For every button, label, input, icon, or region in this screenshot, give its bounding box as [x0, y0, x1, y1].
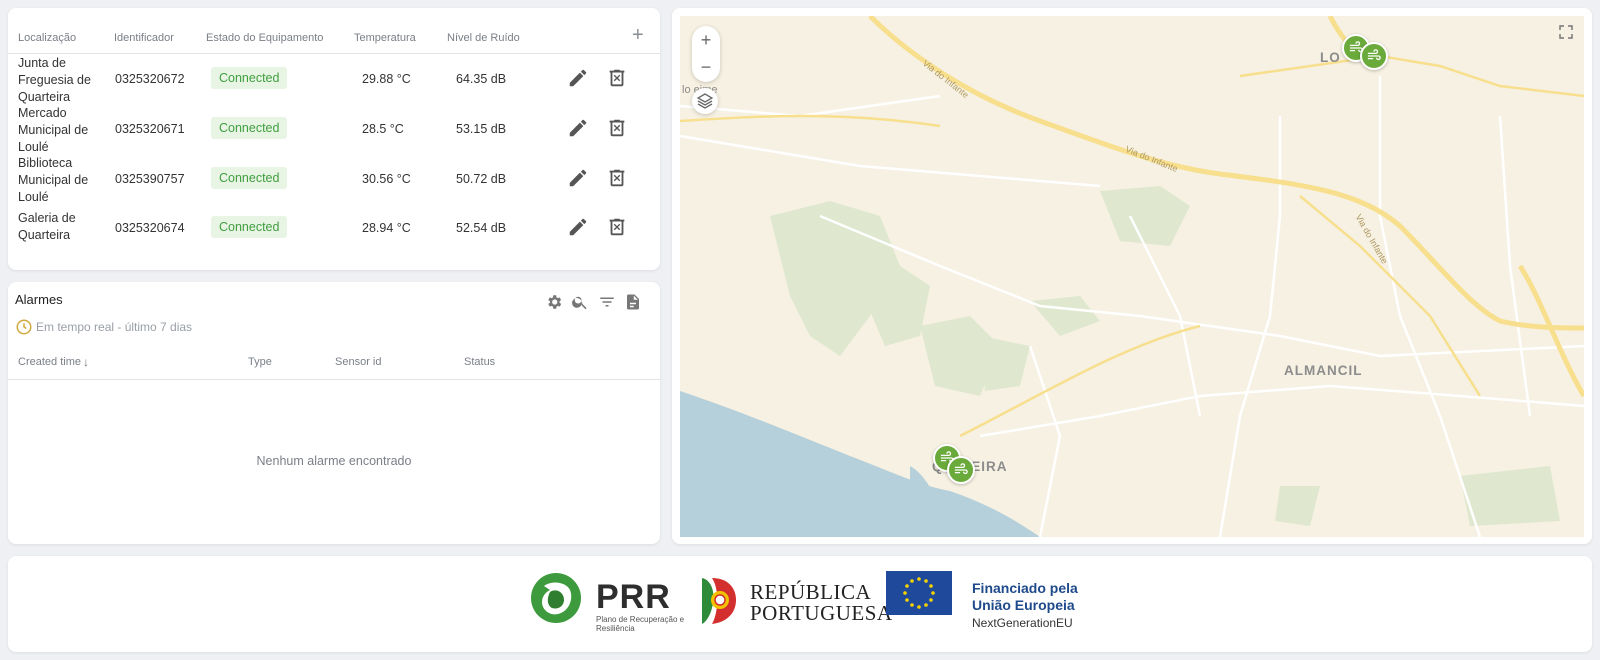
- map-canvas[interactable]: LO ALMANCIL Q TEIRA lo eime Via do Infan…: [680, 16, 1584, 537]
- column-header-status[interactable]: Status: [464, 356, 495, 368]
- timewindow-label[interactable]: Em tempo real - último 7 dias: [36, 320, 192, 334]
- wind-icon: [1367, 49, 1381, 61]
- cell-identifier: 0325320671: [115, 122, 185, 136]
- place-label-almancil: ALMANCIL: [1284, 363, 1363, 378]
- table-row[interactable]: Biblioteca Municipal de Loulé 0325390757…: [8, 155, 660, 205]
- status-badge: Connected: [211, 117, 288, 139]
- eu-flag-icon: [886, 571, 952, 615]
- alarms-table-header: Created time ↓ Type Sensor id Status: [8, 342, 660, 380]
- table-row[interactable]: Mercado Municipal de Loulé 0325320671 Co…: [8, 105, 660, 155]
- cell-noise: 64.35 dB: [456, 72, 507, 86]
- republica-portuguesa-text: REPÚBLICA PORTUGUESA: [750, 582, 893, 624]
- pencil-icon[interactable]: [567, 117, 589, 139]
- cell-location: Biblioteca Municipal de Loulé: [18, 156, 89, 204]
- cell-temperature: 29.88 °C: [362, 72, 411, 86]
- trash-icon[interactable]: [606, 216, 628, 238]
- cell-noise: 50.72 dB: [456, 172, 507, 186]
- cell-temperature: 30.56 °C: [362, 172, 411, 186]
- zoom-in-button[interactable]: +: [692, 27, 720, 53]
- prr-subtitle: Plano de Recuperação e Resiliência: [596, 615, 685, 633]
- column-header-noise[interactable]: Nível de Ruído: [447, 32, 520, 44]
- layers-button[interactable]: [692, 88, 718, 114]
- trash-icon[interactable]: [606, 67, 628, 89]
- column-header-status[interactable]: Estado do Equipamento: [206, 32, 323, 44]
- layers-icon: [697, 93, 713, 109]
- export-icon[interactable]: [624, 293, 642, 311]
- cell-identifier: 0325320672: [115, 72, 185, 86]
- filter-icon[interactable]: [598, 293, 616, 311]
- status-badge: Connected: [211, 216, 288, 238]
- cell-noise: 52.54 dB: [456, 221, 507, 235]
- prr-title: PRR: [596, 578, 671, 616]
- alarms-title: Alarmes: [15, 292, 63, 307]
- column-header-created-time[interactable]: Created time: [18, 356, 81, 368]
- table-row[interactable]: Galeria de Quarteira 0325320674 Connecte…: [8, 205, 660, 255]
- status-badge: Connected: [211, 67, 288, 89]
- zoom-out-button[interactable]: −: [692, 54, 720, 80]
- cell-temperature: 28.5 °C: [362, 122, 404, 136]
- cell-location: Mercado Municipal de Loulé: [18, 106, 89, 154]
- trash-icon[interactable]: [606, 117, 628, 139]
- cell-location: Galeria de Quarteira: [18, 211, 76, 242]
- table-row[interactable]: Junta de Freguesia de Quarteira 03253206…: [8, 55, 660, 105]
- republica-line1: REPÚBLICA: [750, 580, 872, 604]
- republica-emblem-icon: [702, 578, 736, 624]
- cell-noise: 53.15 dB: [456, 122, 507, 136]
- pencil-icon[interactable]: [567, 167, 589, 189]
- fullscreen-icon[interactable]: [1558, 24, 1574, 40]
- column-header-type[interactable]: Type: [248, 356, 272, 368]
- sensor-marker[interactable]: [1360, 42, 1388, 70]
- sensor-marker[interactable]: [947, 456, 975, 484]
- clock-icon: [15, 318, 33, 336]
- eu-nextgen-text: NextGenerationEU: [972, 616, 1073, 630]
- column-header-temperature[interactable]: Temperatura: [354, 32, 416, 44]
- prr-logo-icon: [531, 573, 581, 623]
- pencil-icon[interactable]: [567, 67, 589, 89]
- republica-line2: PORTUGUESA: [750, 601, 893, 625]
- zoom-control: + −: [692, 26, 720, 82]
- empty-state-message: Nenhum alarme encontrado: [256, 454, 412, 468]
- search-icon[interactable]: [571, 293, 589, 311]
- map-card: LO ALMANCIL Q TEIRA lo eime Via do Infan…: [672, 8, 1592, 544]
- cell-location: Junta de Freguesia de Quarteira: [18, 56, 91, 104]
- eu-line1: Financiado pela: [972, 580, 1078, 596]
- add-device-button[interactable]: +: [632, 25, 644, 45]
- cell-temperature: 28.94 °C: [362, 221, 411, 235]
- column-header-location[interactable]: Localização: [18, 32, 76, 44]
- cell-identifier: 0325320674: [115, 221, 185, 235]
- wind-icon: [954, 463, 968, 475]
- place-label-loule: LO: [1320, 50, 1341, 65]
- alarms-card: Alarmes Em tempo real - último 7 dias Cr…: [8, 282, 660, 544]
- map-tiles: [680, 16, 1584, 537]
- devices-table-header: Localização Identificador Estado do Equi…: [8, 8, 660, 54]
- eu-funding-text: Financiado pela União Europeia: [972, 580, 1078, 614]
- column-header-sensor-id[interactable]: Sensor id: [335, 356, 381, 368]
- column-header-identifier[interactable]: Identificador: [114, 32, 174, 44]
- devices-table-card: Localização Identificador Estado do Equi…: [8, 8, 660, 270]
- eu-line2: União Europeia: [972, 597, 1075, 613]
- gear-icon[interactable]: [545, 293, 563, 311]
- trash-icon[interactable]: [606, 167, 628, 189]
- footer-card: PRR Plano de Recuperação e Resiliência R…: [8, 556, 1592, 652]
- status-badge: Connected: [211, 167, 288, 189]
- cell-identifier: 0325390757: [115, 172, 185, 186]
- pencil-icon[interactable]: [567, 216, 589, 238]
- sort-arrow-down-icon[interactable]: ↓: [83, 355, 89, 369]
